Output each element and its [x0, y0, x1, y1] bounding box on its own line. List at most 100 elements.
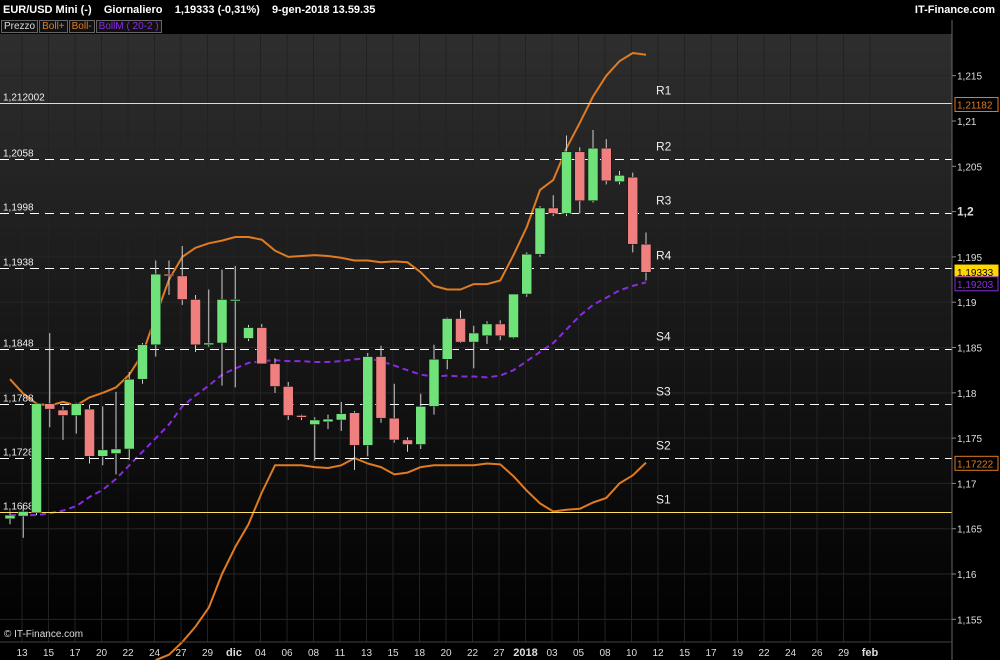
candle-body-down	[548, 207, 559, 214]
candle-body-up	[534, 207, 546, 255]
candle-body-up	[442, 318, 453, 360]
time-tick-label: 27	[175, 648, 187, 659]
candle-body-up	[203, 342, 214, 346]
price-axis-badges: 1,211821,193331,192031,17222	[954, 96, 999, 471]
time-tick-label: 05	[573, 648, 585, 659]
candle-body-up	[230, 299, 241, 302]
candle-body-up	[216, 299, 228, 344]
candle-body-down	[190, 299, 201, 346]
candle-body-up	[521, 253, 532, 295]
time-tick-label: 20	[440, 648, 452, 659]
level-name-label: S3	[656, 385, 671, 399]
candle-body-up	[137, 344, 148, 380]
last-price-label: 1,19333 (-0,31%)	[174, 4, 260, 16]
time-tick-label: 08	[308, 648, 320, 659]
candle-body-up	[481, 323, 493, 336]
time-tick-label: 12	[652, 648, 664, 659]
watermark: © IT-Finance.com	[4, 629, 84, 640]
candle-body-down	[455, 318, 466, 343]
level-price-label: 1,212002	[3, 93, 45, 104]
candle-body-down	[495, 323, 506, 336]
candle-body-up	[150, 273, 161, 346]
candle-body-down	[375, 356, 387, 419]
time-tick-label: 27	[493, 648, 505, 659]
time-tick-label: 26	[811, 648, 823, 659]
candle-body-down	[256, 327, 267, 365]
level-price-label: 1,1728	[3, 448, 34, 459]
time-tick-label: 22	[467, 648, 479, 659]
candle-body-up	[468, 332, 479, 343]
legend-price[interactable]: Prezzo	[1, 20, 39, 33]
candle-body-down	[84, 408, 95, 457]
candle-body-up	[309, 419, 320, 425]
candle-body-up	[124, 378, 135, 450]
level-name-label: S1	[656, 493, 671, 507]
candle-body-up	[508, 293, 519, 338]
indicator-legend: Prezzo Boll+ Boll- BollM ( 20-2 )	[1, 20, 163, 33]
time-tick-label: 2018	[513, 647, 537, 659]
price-badge-label: 1,19203	[957, 280, 994, 291]
time-tick-label: 10	[626, 648, 638, 659]
datetime-label: 9-gen-2018 13.59.35	[272, 4, 376, 16]
time-tick-label: 03	[546, 648, 558, 659]
candle-body-down	[283, 386, 294, 416]
level-name-label: R1	[656, 84, 672, 98]
period-label: Giornaliero	[103, 4, 163, 16]
price-tick-label: 1,215	[957, 72, 982, 83]
candle-body-down	[389, 417, 400, 441]
time-tick-label: 22	[758, 648, 770, 659]
level-price-label: 1,1848	[3, 339, 34, 350]
level-price-label: 1,1938	[3, 258, 34, 269]
price-tick-label: 1,185	[957, 344, 982, 355]
time-tick-label: 15	[679, 648, 691, 659]
time-tick-label: 29	[838, 648, 850, 659]
candle-body-down	[177, 275, 188, 300]
price-tick-label: 1,21	[957, 117, 977, 128]
candle-body-down	[296, 415, 307, 418]
time-axis: 13 15 17 20 22 24 27 29 dic 04 06 08 11 13 15 18 20 22 27 2…	[16, 647, 878, 659]
price-axis: 1,215 1,21 1,205 1,2 1,195 1,19 1,185 1,18 1,175…	[952, 72, 982, 626]
candle-body-up	[428, 359, 440, 407]
level-price-label: 1,1998	[3, 203, 34, 214]
candle-body-down	[57, 409, 69, 416]
legend-boll-middle[interactable]: BollM ( 20-2 )	[95, 20, 162, 33]
legend-boll-upper[interactable]: Boll+	[39, 20, 68, 33]
level-name-label: S2	[656, 439, 671, 453]
price-chart[interactable]: 1,212002 R1 1,2058 R2 1,1998 R3 1,1938 R4 1,1848…	[0, 0, 1000, 660]
price-tick-label: 1,195	[957, 253, 982, 264]
candle-body-down	[269, 363, 281, 387]
price-tick-label: 1,16	[957, 570, 977, 581]
time-tick-label: 20	[96, 648, 108, 659]
time-tick-label: 15	[43, 648, 55, 659]
candle-body-down	[640, 243, 652, 273]
level-price-label: 1,1788	[3, 394, 34, 405]
time-tick-label: 24	[149, 648, 161, 659]
price-tick-label: 1,19	[957, 298, 977, 309]
candle-body-up	[71, 403, 82, 416]
level-name-label: R4	[656, 249, 672, 263]
level-name-label: R3	[656, 194, 672, 208]
candle-body-up	[362, 356, 373, 446]
price-tick-label: 1,205	[957, 162, 982, 173]
time-tick-label: 13	[16, 648, 28, 659]
time-tick-label: 17	[705, 648, 717, 659]
legend-boll-lower[interactable]: Boll-	[68, 20, 95, 33]
time-tick-label: 24	[785, 648, 797, 659]
time-tick-label: feb	[862, 647, 879, 659]
price-tick-label: 1,17	[957, 479, 977, 490]
candle-body-up	[587, 147, 599, 201]
candle-body-up	[4, 514, 16, 520]
candle-body-up	[110, 448, 122, 454]
time-tick-label: 15	[387, 648, 399, 659]
level-price-label: 1,2058	[3, 149, 34, 160]
time-tick-label: 11	[335, 648, 346, 659]
time-tick-label: 18	[414, 648, 426, 659]
time-tick-label: 08	[599, 648, 611, 659]
price-tick-label: 1,155	[957, 615, 982, 626]
price-tick-label: 1,165	[957, 525, 982, 536]
time-tick-label: 06	[281, 648, 293, 659]
candle-body-up	[336, 413, 347, 421]
candle-body-up	[18, 511, 29, 517]
candle-body-up	[322, 418, 334, 423]
price-tick-label: 1,18	[957, 389, 977, 400]
